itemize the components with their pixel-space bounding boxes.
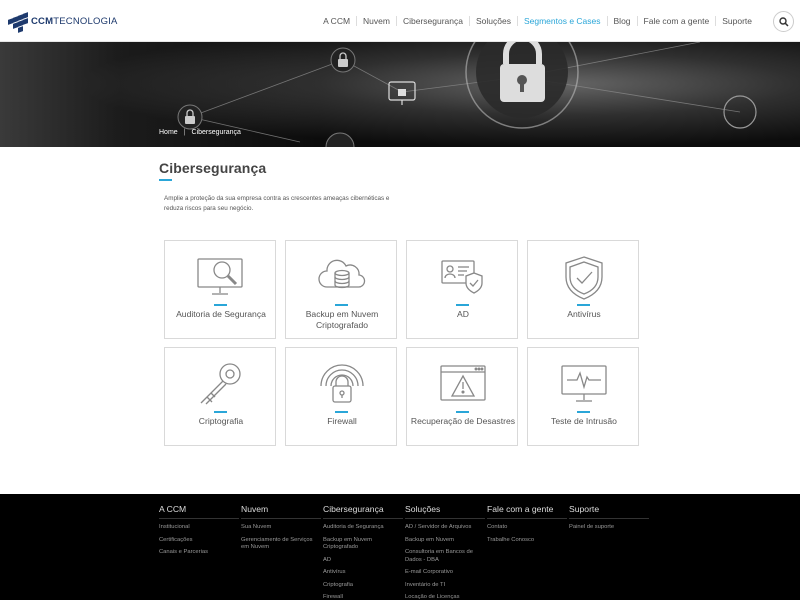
nav-item-solu-es[interactable]: Soluções: [469, 16, 517, 26]
footer-column-title: Nuvem: [241, 504, 321, 519]
logo-mark-icon: [8, 11, 28, 33]
hero-network-image: [0, 42, 800, 147]
breadcrumb-current: Cibersegurança: [191, 129, 241, 136]
main-nav: A CCM Nuvem Cibersegurança Soluções Segmento…: [317, 0, 758, 42]
card-label: Backup em Nuvem Criptografado: [305, 309, 379, 330]
footer-link[interactable]: Sua Nuvem: [241, 524, 321, 532]
footer-column: Cibersegurança Auditoria de Segurança Back…: [323, 504, 403, 607]
logo-text: CCMTECNOLOGIA: [31, 15, 118, 27]
card-accent: [577, 411, 590, 413]
footer-link[interactable]: Trabalhe Conosco: [487, 537, 567, 545]
brand-logo[interactable]: CCMTECNOLOGIA: [8, 10, 118, 33]
footer-link[interactable]: AD / Servidor de Arquivos: [405, 524, 485, 532]
card-firewall[interactable]: Firewall: [285, 347, 397, 446]
breadcrumb-home[interactable]: Home: [159, 129, 178, 136]
card-accent: [456, 304, 469, 306]
footer-column: Nuvem Sua Nuvem Gerenciamento de Serviços …: [241, 504, 321, 557]
footer-column: Suporte Painel de suporte: [569, 504, 649, 537]
card-recuperacao-desastres[interactable]: Recuperação de Desastres: [406, 347, 518, 446]
main-content: Cibersegurança Amplie a proteção da sua …: [0, 147, 800, 494]
card-label: AD: [457, 309, 469, 319]
footer-link[interactable]: Auditoria de Segurança: [323, 524, 403, 532]
page-title: Cibersegurança: [159, 160, 267, 176]
footer-link[interactable]: Inventário de TI: [405, 582, 485, 590]
id-card-shield-icon: [441, 260, 483, 294]
footer-column: Soluções AD / Servidor de Arquivos Backup …: [405, 504, 485, 607]
card-label: Teste de Intrusão: [551, 416, 617, 426]
monitor-pulse-icon: [561, 365, 607, 402]
hero-banner: Home | Cibersegurança: [0, 42, 800, 147]
cloud-database-icon: [318, 259, 366, 289]
footer-column: A CCM Institucional Certificações Canais e …: [159, 504, 239, 562]
site-header: CCMTECNOLOGIA A CCM Nuvem Cibersegurança So…: [0, 0, 800, 42]
footer-link[interactable]: Locação de Licenças: [405, 594, 485, 602]
card-backup-nuvem[interactable]: Backup em Nuvem Criptografado: [285, 240, 397, 339]
footer-link[interactable]: Antivírus: [323, 569, 403, 577]
nav-item-segmentos-e-cases[interactable]: Segmentos e Cases: [516, 16, 607, 26]
footer-link[interactable]: Gerenciamento de Serviços em Nuvem: [241, 537, 321, 552]
card-accent: [214, 304, 227, 306]
card-accent: [214, 411, 227, 413]
card-ad[interactable]: AD: [406, 240, 518, 339]
card-accent: [335, 304, 348, 306]
site-footer: A CCM Institucional Certificações Canais e …: [0, 494, 800, 600]
card-auditoria-seguranca[interactable]: Auditoria de Segurança: [164, 240, 276, 339]
title-underline: [159, 179, 172, 181]
footer-link[interactable]: Canais e Parcerias: [159, 549, 239, 557]
padlock-wifi-icon: [320, 364, 364, 403]
footer-column: Fale com a gente Contato Trabalhe Conosco: [487, 504, 567, 549]
footer-link[interactable]: E-mail Corporativo: [405, 569, 485, 577]
card-criptografia[interactable]: Criptografia: [164, 347, 276, 446]
footer-column-title: A CCM: [159, 504, 239, 519]
footer-link[interactable]: Painel de suporte: [569, 524, 649, 532]
search-icon: [778, 16, 789, 27]
key-icon: [200, 363, 241, 405]
footer-link[interactable]: Backup em Nuvem: [405, 537, 485, 545]
footer-link[interactable]: Institucional: [159, 524, 239, 532]
footer-link[interactable]: Contato: [487, 524, 567, 532]
card-label: Firewall: [327, 416, 357, 426]
breadcrumb-separator: |: [183, 129, 186, 136]
breadcrumb: Home | Cibersegurança: [159, 129, 241, 136]
nav-item-a-ccm[interactable]: A CCM: [317, 16, 356, 26]
footer-link[interactable]: AD: [323, 557, 403, 565]
footer-link[interactable]: Criptografia: [323, 582, 403, 590]
card-label: Recuperação de Desastres: [410, 416, 516, 426]
card-accent: [577, 304, 590, 306]
footer-column-title: Soluções: [405, 504, 485, 519]
shield-check-icon: [565, 256, 603, 300]
card-accent: [335, 411, 348, 413]
nav-item-suporte[interactable]: Suporte: [715, 16, 758, 26]
card-accent: [456, 411, 469, 413]
browser-warning-icon: [440, 365, 486, 401]
monitor-search-icon: [197, 258, 243, 295]
card-label: Criptografia: [198, 416, 244, 426]
footer-column-title: Suporte: [569, 504, 649, 519]
card-label: Auditoria de Segurança: [176, 309, 266, 319]
footer-link[interactable]: Consultoria em Bancos de Dados - DBA: [405, 549, 485, 564]
search-button[interactable]: [773, 11, 794, 32]
footer-column-title: Fale com a gente: [487, 504, 567, 519]
footer-column-title: Cibersegurança: [323, 504, 403, 519]
card-antivirus[interactable]: Antivírus: [527, 240, 639, 339]
nav-item-fale-com-a-gente[interactable]: Fale com a gente: [636, 16, 716, 26]
footer-link[interactable]: Firewall: [323, 594, 403, 602]
card-label: Antivírus: [567, 309, 601, 319]
nav-item-blog[interactable]: Blog: [606, 16, 637, 26]
nav-item-nuvem[interactable]: Nuvem: [356, 16, 396, 26]
card-teste-intrusao[interactable]: Teste de Intrusão: [527, 347, 639, 446]
intro-text: Amplie a proteção da sua empresa contra …: [164, 195, 390, 212]
footer-link[interactable]: Backup em Nuvem Criptografado: [323, 537, 403, 552]
footer-link[interactable]: Certificações: [159, 537, 239, 545]
nav-item-ciberseguran-a[interactable]: Cibersegurança: [395, 16, 469, 26]
